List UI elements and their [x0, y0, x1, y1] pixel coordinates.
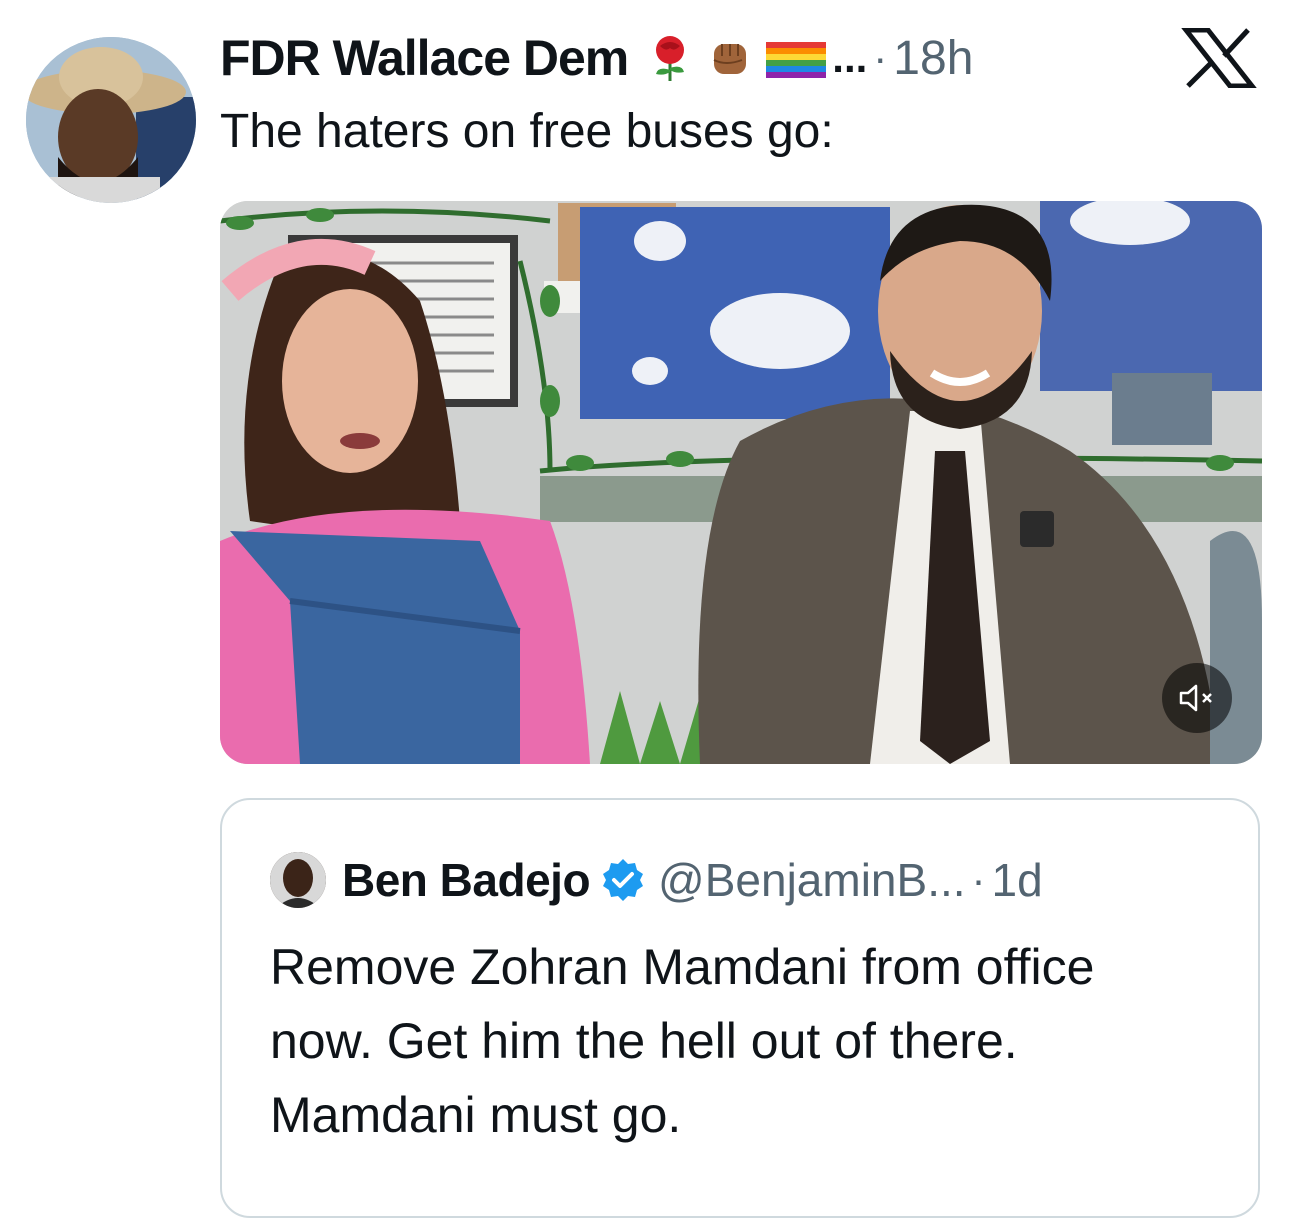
speaker-muted-icon — [1179, 684, 1212, 712]
quoted-tweet[interactable]: Ben Badejo @BenjaminB... · 1d Remove Zoh… — [220, 798, 1260, 1218]
quoted-text-line: Mamdani must go. — [270, 1087, 682, 1143]
tweet-timestamp[interactable]: 18h — [893, 31, 973, 86]
quoted-tweet-header: Ben Badejo @BenjaminB... · 1d — [270, 850, 1043, 910]
separator-dot: · — [971, 856, 986, 903]
raised-fist-emoji — [713, 44, 747, 74]
author-name[interactable]: FDR Wallace Dem — [220, 29, 629, 87]
quoted-author-handle[interactable]: @BenjaminB... — [658, 853, 966, 907]
verified-badge-icon — [603, 859, 644, 901]
quoted-author-avatar[interactable] — [270, 852, 326, 908]
tweet-text: The haters on free buses go: — [220, 105, 834, 158]
separator-dot: · — [873, 34, 888, 81]
author-avatar[interactable] — [26, 37, 196, 203]
quoted-tweet-text: Remove Zohran Mamdani from office now. G… — [270, 930, 1230, 1152]
quoted-author-name[interactable]: Ben Badejo — [342, 853, 591, 907]
rainbow-flag-emoji — [766, 42, 827, 78]
video-frame — [220, 201, 1262, 764]
x-logo-icon — [1181, 28, 1257, 88]
video-player[interactable] — [220, 201, 1262, 764]
quoted-tweet-timestamp[interactable]: 1d — [992, 853, 1043, 907]
tweet-header: FDR Wallace Dem ... · 18h — [220, 26, 973, 90]
quoted-text-line: now. Get him the hell out of there. — [270, 1013, 1018, 1069]
mute-toggle-button[interactable] — [1162, 663, 1232, 733]
quoted-text-line: Remove Zohran Mamdani from office — [270, 939, 1095, 995]
rose-emoji — [656, 36, 685, 81]
name-ellipsis: ... — [832, 34, 868, 81]
